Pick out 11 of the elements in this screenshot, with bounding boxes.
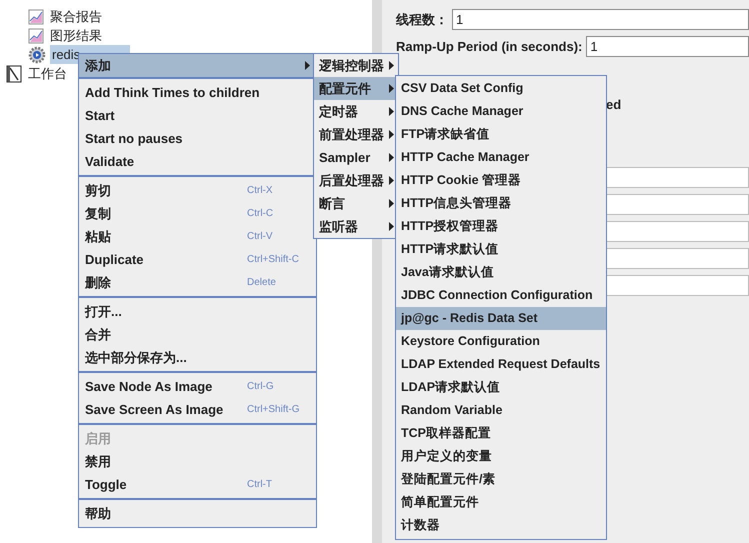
shortcut-text: Ctrl+Shift-G <box>247 403 300 417</box>
shortcut-text: Ctrl+Shift-C <box>247 253 299 267</box>
shortcut-text: Ctrl-X <box>247 184 273 198</box>
label-fragment: ed <box>606 96 622 114</box>
shortcut-text: Ctrl-G <box>247 380 274 394</box>
shortcut-text: Delete <box>247 276 276 290</box>
field-label: Ramp-Up Period (in seconds): <box>396 38 582 56</box>
field-label: 线程数： <box>396 10 448 29</box>
shortcut-text: Ctrl-C <box>247 207 274 221</box>
shortcut-text: Ctrl-V <box>247 230 273 244</box>
shortcut-text: Ctrl-T <box>247 478 272 492</box>
